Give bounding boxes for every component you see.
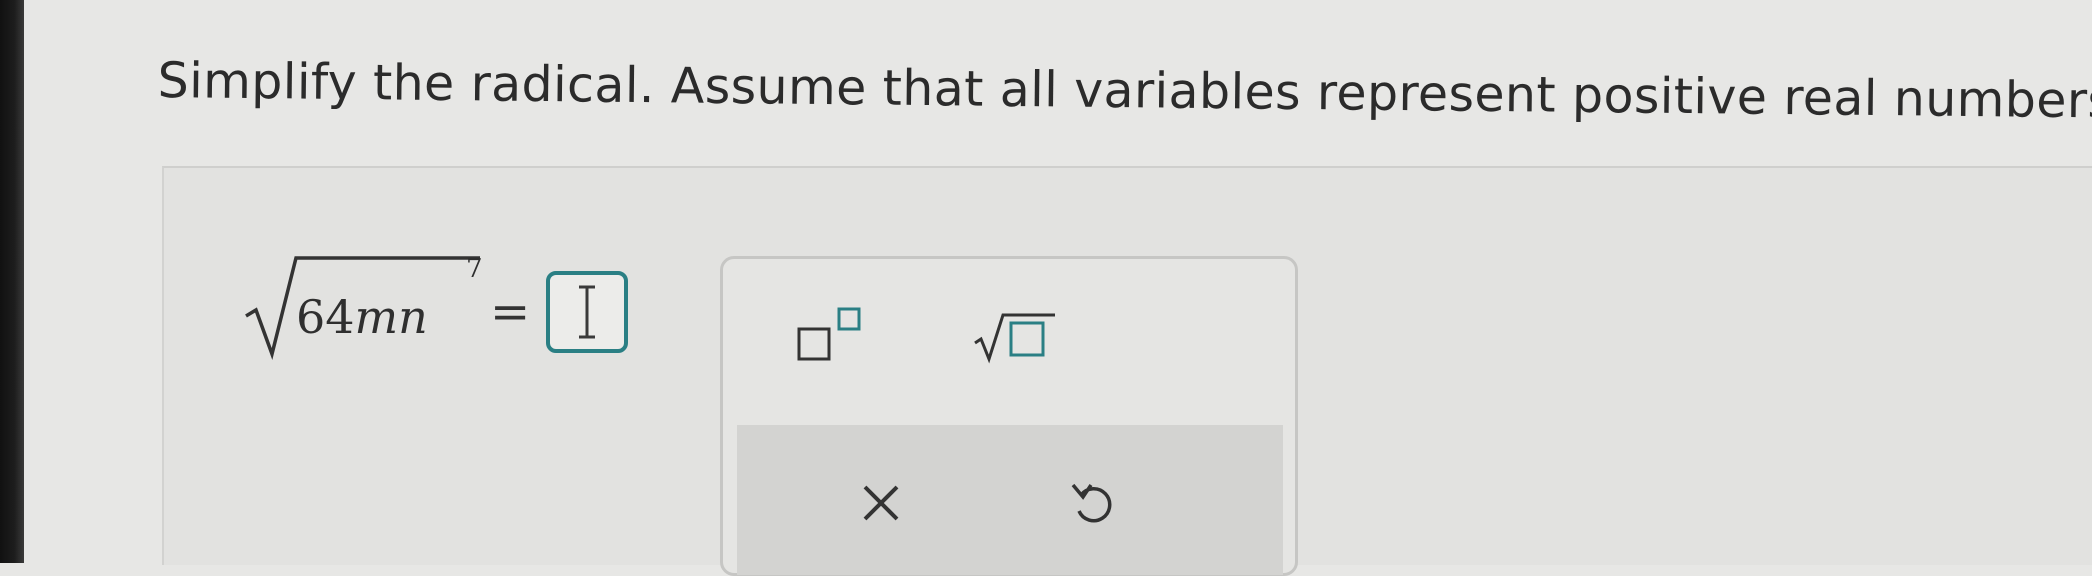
- equals-sign: =: [490, 284, 531, 340]
- palette-action-bar: [737, 425, 1283, 575]
- radicand-variable-n: n: [398, 290, 428, 344]
- answer-input[interactable]: [546, 271, 628, 353]
- undo-icon: [1071, 483, 1112, 523]
- sqrt-template-icon: [974, 313, 1055, 364]
- math-palette: [720, 256, 1298, 576]
- radicand: 64mn: [296, 290, 428, 344]
- exponent-button[interactable]: [787, 299, 883, 369]
- question-prompt: Simplify the radical. Assume that all va…: [157, 52, 2092, 130]
- radicand-coefficient: 64: [296, 290, 355, 344]
- text-cursor-icon: [579, 285, 595, 339]
- radicand-exponent: 7: [466, 254, 483, 284]
- x-icon: [863, 485, 899, 521]
- exponent-template-icon: [797, 307, 861, 361]
- radicand-variable-m: m: [354, 290, 399, 344]
- screen-bezel: [0, 0, 24, 563]
- undo-button[interactable]: [1057, 467, 1129, 539]
- clear-button[interactable]: [845, 467, 917, 539]
- square-root-button[interactable]: [967, 299, 1063, 369]
